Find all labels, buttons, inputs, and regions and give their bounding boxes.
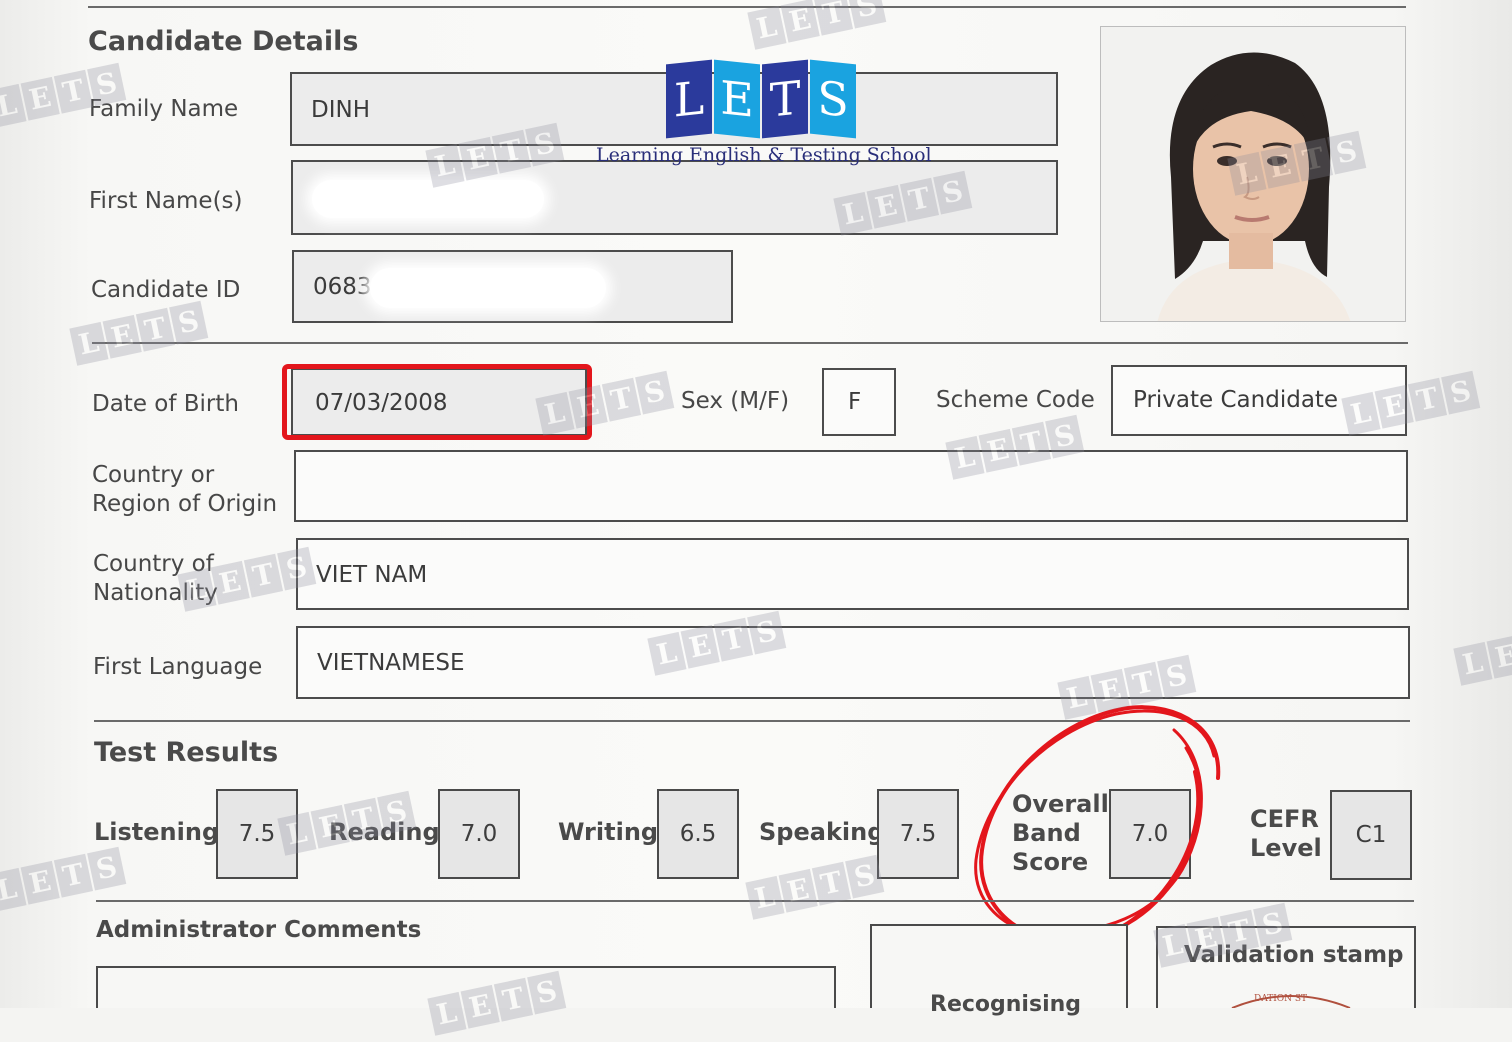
lets-logo: L E T S Learning English & Testing Schoo… [596, 52, 932, 172]
writing-label: Writing [558, 818, 659, 846]
first-names-label: First Name(s) [89, 188, 243, 214]
candidate-details-title: Candidate Details [88, 26, 359, 57]
stamp-text: DATION ST [1254, 994, 1308, 1004]
sex-value: F [848, 389, 862, 415]
candidate-id-value: 0683 [313, 274, 372, 300]
candidate-rule [92, 342, 1408, 344]
dob-label: Date of Birth [92, 391, 239, 417]
first-names-redaction [312, 180, 544, 218]
sex-label: Sex (M/F) [681, 388, 790, 414]
nationality-value: VIET NAM [316, 562, 428, 588]
speaking-score: 7.5 [877, 789, 959, 879]
watermark: LETS [746, 0, 889, 56]
test-results-title: Test Results [94, 737, 279, 768]
watermark: LETS [68, 296, 211, 371]
test-report-form: Candidate Details Family Name DINH First… [0, 0, 1512, 1036]
logo-letter-l: L [666, 59, 712, 139]
country-origin-field [294, 450, 1408, 522]
cefr-score: C1 [1330, 790, 1412, 880]
reading-score: 7.0 [438, 789, 520, 879]
watermark: LETS [0, 842, 130, 917]
country-origin-label-1: Country or [92, 462, 215, 488]
cefr-label-2: Level [1250, 834, 1322, 862]
watermark: LETS [1452, 616, 1512, 691]
admin-comments-title: Administrator Comments [96, 917, 422, 943]
watermark: LETS [744, 850, 887, 925]
nationality-field [296, 538, 1409, 610]
logo-letter-e: E [714, 59, 760, 139]
speaking-label: Speaking [759, 818, 885, 846]
writing-score: 6.5 [657, 789, 739, 879]
first-language-label: First Language [93, 654, 263, 680]
cefr-label-1: CEFR [1250, 805, 1319, 833]
scheme-code-value: Private Candidate [1133, 387, 1339, 413]
logo-tagline: Learning English & Testing School [596, 144, 932, 166]
first-language-value: VIETNAMESE [317, 650, 465, 676]
logo-letter-s: S [810, 59, 856, 139]
candidate-id-label: Candidate ID [91, 277, 241, 303]
country-origin-label-2: Region of Origin [92, 491, 278, 517]
overall-highlight-circle [974, 705, 1221, 944]
candidate-id-redaction [370, 268, 606, 308]
logo-letter-t: T [762, 59, 808, 139]
recognising-label: Recognising [930, 992, 1082, 1017]
family-name-value: DINH [311, 97, 370, 123]
